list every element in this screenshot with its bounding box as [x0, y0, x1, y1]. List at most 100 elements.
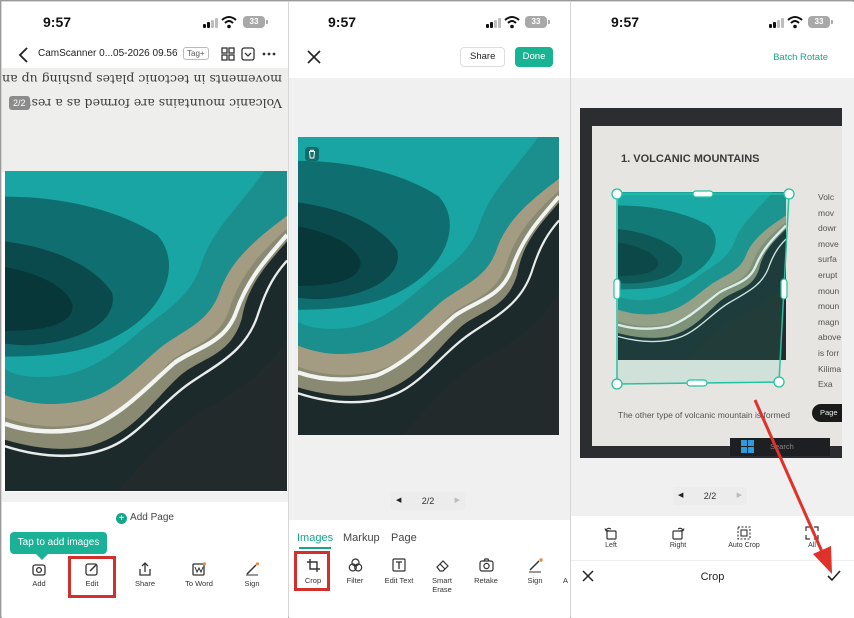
prev-page-icon[interactable]: ◀ [678, 487, 683, 505]
signal-icon [769, 18, 785, 28]
rotate-left-label: Left [605, 542, 617, 549]
prev-page-icon[interactable]: ◀ [396, 492, 401, 510]
retake-label: Retake [474, 576, 498, 585]
more-icon[interactable] [262, 47, 276, 61]
close-icon[interactable] [307, 50, 321, 64]
sign-label: Sign [527, 576, 543, 585]
edit-highlight-box [68, 556, 116, 598]
add-page-button[interactable]: + Add Page [2, 512, 288, 524]
crop-corner-handle [611, 188, 623, 200]
crop-edge-handle [686, 379, 708, 387]
done-button[interactable]: Done [515, 47, 553, 67]
filter-tool[interactable]: Filter [342, 558, 368, 585]
battery-icon: 33 [243, 16, 268, 28]
status-time: 9:57 [611, 14, 640, 30]
lagoon-photo[interactable] [298, 137, 559, 435]
share-button[interactable]: Share [132, 562, 158, 588]
page-word: Kilima [818, 363, 842, 374]
crop-corner-handle [783, 188, 795, 200]
crop-edge-handle [692, 190, 714, 198]
tab-markup[interactable]: Markup [343, 532, 380, 544]
back-arrow-icon[interactable] [16, 46, 32, 64]
document-view-panel: 9:57 33 CamScanner 0...05-2026 09.56 Tag… [2, 2, 288, 618]
page-divider [2, 492, 288, 502]
signal-icon [203, 18, 219, 28]
status-bar: 9:57 33 [2, 2, 288, 42]
crop-frame[interactable] [601, 182, 801, 397]
tag-button[interactable]: Tag+ [183, 47, 209, 60]
signal-icon [486, 18, 502, 28]
to-word-label: To Word [185, 579, 213, 588]
add-page-label: Add Page [130, 512, 174, 523]
edit-text-icon [391, 558, 406, 572]
smart-erase-tool[interactable]: Smart Erase [427, 558, 457, 594]
batch-rotate-button[interactable]: Batch Rotate [773, 52, 828, 63]
eraser-icon [435, 560, 449, 572]
sign-icon [246, 562, 259, 576]
grid-view-icon[interactable] [221, 47, 235, 61]
wifi-icon [221, 16, 237, 29]
page-pager: ◀ 2/2 ▶ [391, 492, 465, 510]
to-word-button[interactable]: To Word [183, 562, 215, 588]
status-bar: 9:57 33 [289, 2, 570, 42]
crop-panel: 9:57 33 Batch Rotate 1. VOLCANIC MOUNTAI… [571, 2, 854, 618]
rotate-right-button[interactable]: Right [664, 526, 692, 549]
add-icon: + [116, 513, 128, 524]
page-word: moun [818, 285, 840, 296]
wifi-icon [504, 16, 520, 29]
document-title[interactable]: CamScanner 0...05-2026 09.56 [38, 48, 178, 59]
document-toolbar: Add Edit Share To Word Sign [2, 562, 288, 602]
sign-tool[interactable]: Sign [522, 558, 548, 585]
rotate-left-button[interactable]: Left [597, 526, 625, 549]
retake-tool[interactable]: Retake [472, 558, 500, 585]
page-word: erupt [818, 269, 838, 280]
page-word: magn [818, 316, 840, 327]
status-time: 9:57 [328, 14, 357, 30]
page-heading: 1. VOLCANIC MOUNTAINS [621, 153, 760, 165]
tab-page[interactable]: Page [391, 532, 417, 544]
page-word: dowr [818, 223, 837, 234]
next-page-icon[interactable]: ▶ [455, 492, 460, 510]
save-icon[interactable] [241, 47, 255, 61]
rotate-left-icon [604, 527, 617, 540]
edit-images-panel: 9:57 33 Share Done ◀ 2/2 ▶ Images Markup… [289, 2, 570, 618]
smart-erase-label: Smart Erase [431, 576, 452, 594]
edit-text-label: Edit Text [384, 576, 414, 585]
add-label: Add [32, 579, 46, 588]
page-word: is forr [818, 347, 840, 358]
page-word: surfa [818, 254, 837, 265]
filter-icon [348, 558, 362, 572]
crop-edge-handle [780, 278, 788, 300]
page-side-text: Volc mov dowr move surfa erupt moun moun… [818, 190, 841, 393]
image-tools-bar: Crop Filter Edit Text Smart Erase Retake… [289, 558, 570, 598]
sign-icon [528, 558, 543, 573]
sign-button[interactable]: Sign [239, 562, 265, 588]
add-button[interactable]: Add [26, 562, 52, 588]
scan-text-line: Volcanic mountains are formed as a resul… [14, 96, 282, 111]
more-tools-label[interactable]: A [563, 576, 568, 585]
camera-icon [478, 558, 494, 572]
battery-icon: 33 [525, 16, 550, 28]
status-bar: 9:57 33 [571, 2, 854, 42]
red-arrow-annotation [753, 399, 832, 574]
status-time: 9:57 [43, 14, 72, 30]
share-label: Share [134, 579, 155, 588]
tab-images[interactable]: Images [297, 532, 333, 549]
screenshot-frame: 9:57 33 CamScanner 0...05-2026 09.56 Tag… [0, 0, 854, 618]
crop-edge-handle [613, 278, 621, 300]
share-icon [139, 562, 151, 576]
filter-label: Filter [346, 576, 364, 585]
edit-text-tool[interactable]: Edit Text [381, 558, 417, 585]
share-button[interactable]: Share [460, 47, 506, 67]
page-word: mov [818, 207, 835, 218]
rotate-right-label: Right [669, 542, 687, 549]
battery-icon: 33 [808, 16, 833, 28]
page-counter-badge: 2/2 [9, 96, 30, 110]
page-word: move [818, 238, 839, 249]
delete-icon[interactable] [305, 147, 319, 161]
scanned-text-page: movements in tectonic plates pushing up … [2, 68, 288, 172]
lagoon-photo[interactable] [5, 171, 287, 491]
page-word: above [818, 332, 842, 343]
page-word: moun [818, 301, 840, 312]
wifi-icon [787, 16, 803, 29]
